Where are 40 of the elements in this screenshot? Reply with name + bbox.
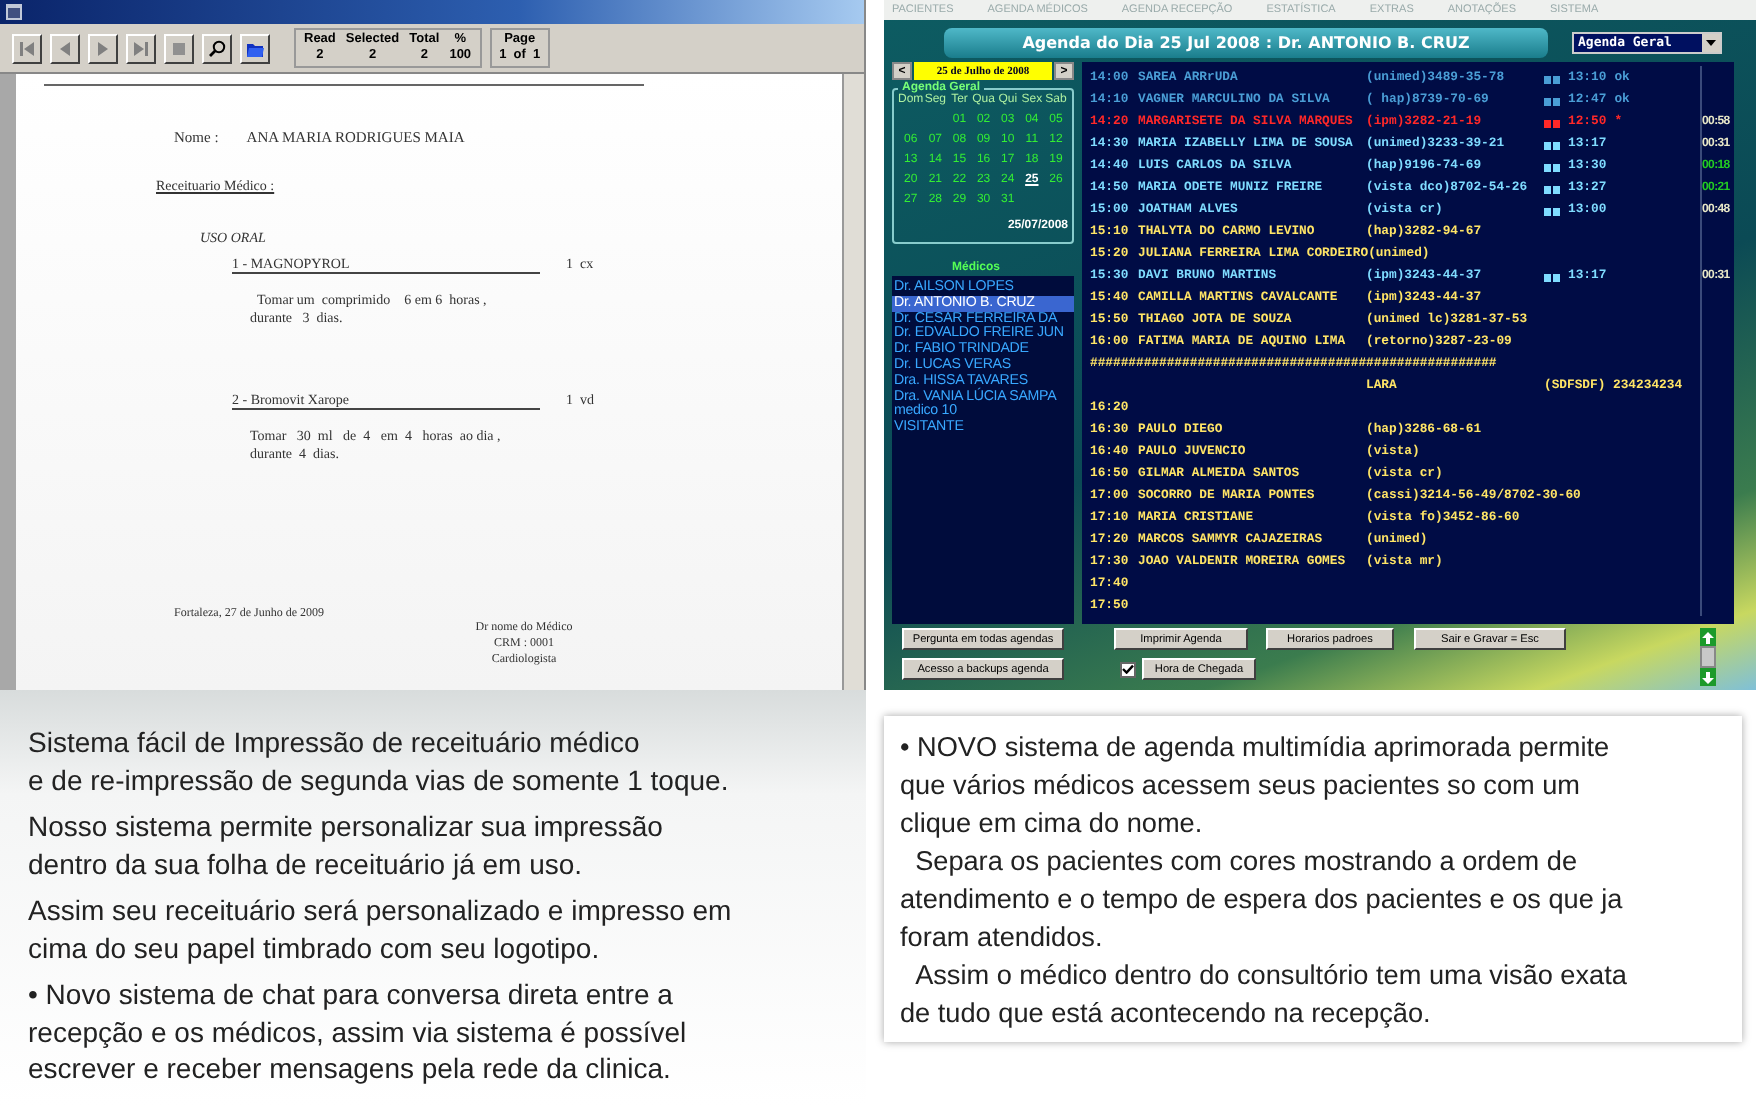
square-icon (170, 39, 188, 57)
next-page-button[interactable] (88, 33, 118, 63)
skip-back-icon (18, 39, 36, 57)
checkbox[interactable] (1120, 661, 1136, 677)
caption-text: Assim seu receituário será personalizado e impresso em cima do seu papel timbrado com seu logotipo. (28, 892, 734, 966)
arrow-down-icon (1702, 671, 1714, 683)
arrival-marker-icon (1544, 185, 1560, 193)
scrollbar[interactable] (842, 74, 864, 690)
caret-icon (1706, 39, 1716, 45)
first-page-button[interactable] (12, 33, 42, 63)
caption-text: Sistema fácil de Impressão de receituário médico e de re-impressão de segunda vias de somente 1 toque. (28, 724, 731, 798)
app-icon (6, 4, 22, 20)
zoom-button[interactable] (202, 33, 232, 63)
caption-text: Separa os pacientes com cores mostrando a ordem de atendimento e o tempo de espera dos pacientes e os que ja foram atendidos. (900, 844, 1625, 956)
caption-text: Assim o médico dentro do consultório tem uma visão exata de tudo que está acontecendo na recepção. (900, 958, 1629, 1032)
scroll-down-button[interactable] (1700, 668, 1716, 686)
open-button[interactable] (240, 33, 270, 63)
triangle-left-icon (56, 39, 74, 57)
stop-button[interactable] (164, 33, 194, 63)
arrow-up-icon (1702, 631, 1714, 643)
arrival-marker-icon (1544, 273, 1560, 281)
last-page-button[interactable] (126, 33, 156, 63)
arrival-marker-icon (1544, 141, 1560, 149)
previous-page-button[interactable] (50, 33, 80, 63)
search-icon (208, 39, 226, 57)
checkmark-icon (1122, 664, 1134, 674)
caption-text: • Novo sistema de chat para conversa direta entre a recepção e os médicos, assim via sistema é possível escrever e receber mensagens pela rede da clinica. (28, 976, 689, 1087)
folder-icon (246, 39, 264, 57)
skip-forward-icon (132, 39, 150, 57)
scroll-thumb[interactable] (1700, 646, 1716, 668)
caption-text: Nosso sistema permite personalizar sua impressão dentro da sua folha de receituário já em uso. (28, 808, 665, 882)
arrival-marker-icon (1544, 97, 1560, 105)
arrival-marker-icon (1544, 119, 1560, 127)
caption-text: • NOVO sistema de agenda multimídia aprimorada permite que vários médicos acessem seus pacientes so com um clique em cima do nome. (900, 730, 1612, 842)
agenda-title: Agenda do Dia 25 Jul 2008 : Dr. ANTONIO B. CRUZ (944, 27, 1548, 57)
arrival-marker-icon (1544, 163, 1560, 171)
scroll-up-button[interactable] (1700, 628, 1716, 646)
arrival-marker-icon (1544, 207, 1560, 215)
arrival-marker-icon (1544, 75, 1560, 83)
triangle-right-icon (94, 39, 112, 57)
